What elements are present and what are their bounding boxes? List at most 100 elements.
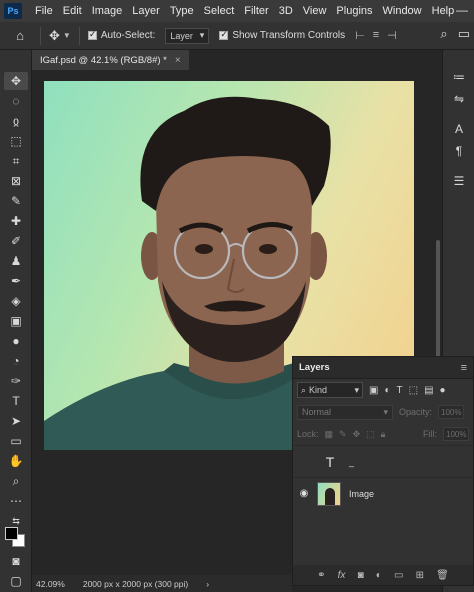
properties-icon[interactable]: ≔ bbox=[449, 68, 469, 86]
move-tool-icon[interactable]: ✥ bbox=[4, 72, 28, 90]
layer-name[interactable]: Image bbox=[349, 489, 374, 499]
character-icon[interactable]: A bbox=[449, 120, 469, 138]
lock-row: Lock: ▦ ✎ ✥ ⬚ 🔒︎ Fill: 100% bbox=[293, 423, 473, 445]
blend-mode-dropdown[interactable]: Normal ▾ bbox=[297, 404, 393, 420]
divider bbox=[40, 26, 41, 45]
filter-toggle-icon[interactable]: ● bbox=[440, 385, 446, 396]
adjustment-filter-icon[interactable]: ◐ bbox=[384, 385, 390, 396]
layers-panel-footer: ⚭ fx ◙ ◐ ▭ ⊞ 🗑︎ bbox=[293, 565, 473, 585]
menu-file[interactable]: File bbox=[30, 5, 58, 17]
pen-tool-icon[interactable]: ✑ bbox=[4, 372, 28, 390]
menu-filter[interactable]: Filter bbox=[239, 5, 273, 17]
lock-label: Lock: bbox=[297, 429, 319, 439]
chevron-down-icon[interactable]: ▼ bbox=[63, 31, 71, 40]
close-icon[interactable]: × bbox=[175, 55, 181, 66]
frame-tool-icon[interactable]: ⊠ bbox=[4, 172, 28, 190]
zoom-level[interactable]: 42.09% bbox=[36, 579, 65, 589]
lock-position-icon[interactable]: ✥ bbox=[353, 429, 361, 440]
lock-all-icon[interactable]: 🔒︎ bbox=[381, 429, 386, 440]
foreground-color-swatch[interactable] bbox=[5, 527, 18, 540]
paragraph-icon[interactable]: ¶ bbox=[449, 142, 469, 160]
opacity-field[interactable]: 100% bbox=[438, 405, 465, 419]
fill-field[interactable]: 100% bbox=[443, 427, 469, 441]
align-center-icon[interactable]: ≡ bbox=[373, 29, 379, 42]
type-tool-icon[interactable]: T bbox=[4, 392, 28, 410]
quick-mask-icon[interactable]: ◙ bbox=[4, 552, 28, 570]
layer-name[interactable]: _ bbox=[349, 457, 354, 467]
zoom-tool-icon[interactable]: ⌕ bbox=[4, 472, 28, 490]
smart-object-filter-icon[interactable]: ▤ bbox=[424, 385, 433, 396]
shape-tool-icon[interactable]: ▭ bbox=[4, 432, 28, 450]
layer-row-text[interactable]: T _ bbox=[293, 445, 473, 477]
adjustments-icon[interactable]: ⇋ bbox=[449, 90, 469, 108]
align-left-icon[interactable]: ⊢ bbox=[355, 29, 365, 42]
menu-plugins[interactable]: Plugins bbox=[331, 5, 377, 17]
eye-icon[interactable]: ◉ bbox=[293, 488, 315, 499]
auto-select-dropdown[interactable]: Layer ▾ bbox=[165, 27, 210, 44]
more-tools-icon[interactable]: ⋯ bbox=[4, 492, 28, 510]
layer-filter-row: ⌕ Kind ▾ ▣ ◐ T ⬚ ▤ ● bbox=[293, 379, 473, 401]
shape-filter-icon[interactable]: ⬚ bbox=[409, 385, 418, 396]
screen-mode-icon[interactable]: ▢ bbox=[4, 572, 28, 590]
menu-window[interactable]: Window bbox=[378, 5, 427, 17]
layers-panel-header: Layers ≡ bbox=[293, 357, 473, 379]
pixel-filter-icon[interactable]: ▣ bbox=[369, 385, 378, 396]
move-tool-preset-icon[interactable]: ✥ bbox=[49, 28, 60, 44]
home-icon[interactable]: ⌂ bbox=[8, 28, 32, 43]
kind-filter-dropdown[interactable]: ⌕ Kind ▾ bbox=[297, 382, 363, 398]
menu-help[interactable]: Help bbox=[427, 5, 460, 17]
workspace-icon[interactable]: ▭ bbox=[458, 26, 470, 42]
auto-select-checkbox[interactable] bbox=[87, 29, 97, 40]
layers-tab[interactable]: Layers bbox=[299, 362, 330, 373]
filter-icons: ▣ ◐ T ⬚ ▤ ● bbox=[369, 385, 446, 396]
delete-layer-icon[interactable]: 🗑︎ bbox=[436, 570, 449, 581]
healing-brush-tool-icon[interactable]: ✚ bbox=[4, 212, 28, 230]
menu-type[interactable]: Type bbox=[165, 5, 199, 17]
lock-paint-icon[interactable]: ✎ bbox=[339, 429, 347, 440]
menu-select[interactable]: Select bbox=[199, 5, 240, 17]
object-select-tool-icon[interactable]: ⬚ bbox=[4, 132, 28, 150]
layer-row-image[interactable]: ◉ Image bbox=[293, 477, 473, 509]
adjustment-layer-icon[interactable]: ◐ bbox=[376, 570, 382, 581]
crop-tool-icon[interactable]: ⌗ bbox=[4, 152, 28, 170]
eraser-tool-icon[interactable]: ◈ bbox=[4, 292, 28, 310]
show-transform-checkbox[interactable] bbox=[219, 29, 229, 40]
new-layer-icon[interactable]: ⊞ bbox=[416, 570, 424, 581]
align-right-icon[interactable]: ⊣ bbox=[387, 29, 397, 42]
panel-menu-icon[interactable]: ≡ bbox=[461, 362, 467, 374]
auto-select-label: Auto-Select: bbox=[100, 30, 156, 41]
minimize-button[interactable]: — bbox=[456, 3, 468, 17]
eyedropper-tool-icon[interactable]: ✎ bbox=[4, 192, 28, 210]
search-icon[interactable]: ⌕ bbox=[440, 26, 447, 42]
document-tab-bar: IGaf.psd @ 42.1% (RGB/8#) * × bbox=[32, 50, 442, 70]
dodge-tool-icon[interactable]: ◔ bbox=[4, 352, 28, 370]
marquee-tool-icon[interactable]: ◌ bbox=[4, 92, 28, 110]
document-tab[interactable]: IGaf.psd @ 42.1% (RGB/8#) * × bbox=[32, 50, 189, 70]
menu-layer[interactable]: Layer bbox=[127, 5, 165, 17]
history-brush-tool-icon[interactable]: ✒ bbox=[4, 272, 28, 290]
menu-edit[interactable]: Edit bbox=[58, 5, 87, 17]
sliders-icon[interactable]: ☰ bbox=[449, 172, 469, 190]
opacity-label: Opacity: bbox=[399, 407, 433, 417]
status-arrow-icon[interactable]: › bbox=[206, 579, 209, 589]
lasso-tool-icon[interactable]: ჲ bbox=[4, 112, 28, 130]
search-icon: ⌕ bbox=[301, 384, 307, 395]
menu-3d[interactable]: 3D bbox=[274, 5, 298, 17]
gradient-tool-icon[interactable]: ▣ bbox=[4, 312, 28, 330]
blur-tool-icon[interactable]: ● bbox=[4, 332, 28, 350]
lock-artboard-icon[interactable]: ⬚ bbox=[366, 429, 375, 440]
vertical-scrollbar[interactable] bbox=[436, 240, 440, 360]
link-layers-icon[interactable]: ⚭ bbox=[317, 570, 325, 581]
menu-image[interactable]: Image bbox=[87, 5, 128, 17]
clone-stamp-tool-icon[interactable]: ♟ bbox=[4, 252, 28, 270]
brush-tool-icon[interactable]: ✐ bbox=[4, 232, 28, 250]
fx-icon[interactable]: fx bbox=[338, 570, 346, 581]
type-filter-icon[interactable]: T bbox=[397, 385, 403, 396]
path-select-tool-icon[interactable]: ➤ bbox=[4, 412, 28, 430]
new-group-icon[interactable]: ▭ bbox=[394, 570, 403, 581]
menu-view[interactable]: View bbox=[298, 5, 332, 17]
lock-pixels-icon[interactable]: ▦ bbox=[325, 429, 334, 440]
kind-filter-value: Kind bbox=[309, 385, 328, 395]
add-mask-icon[interactable]: ◙ bbox=[358, 570, 364, 581]
hand-tool-icon[interactable]: ✋ bbox=[4, 452, 28, 470]
